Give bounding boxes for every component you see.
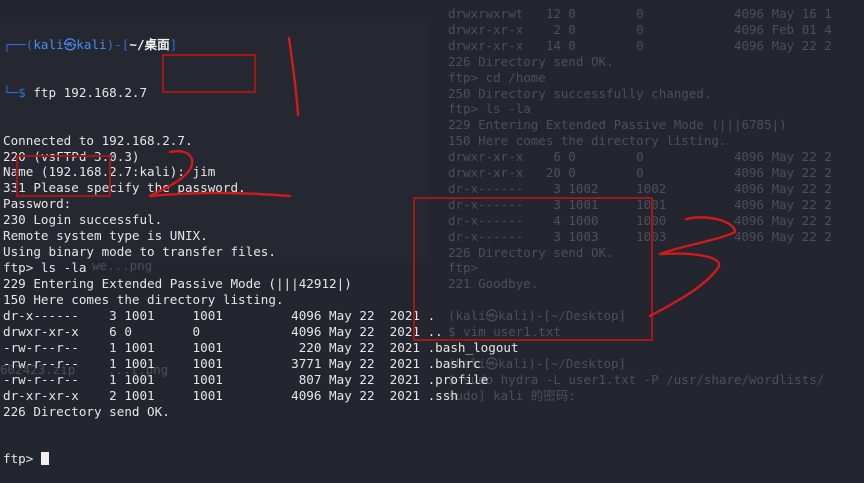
terminal-line: 230 Login successful.	[3, 212, 163, 228]
terminal-output[interactable]: ┌──(kali㉿kali)-[~/桌面] └─$ ftp 192.168.2.…	[3, 5, 519, 483]
command-text: ftp 192.168.2.7	[33, 84, 148, 100]
terminal-line: -rw-r--r-- 1 1001 1001 3771 May 22 2021 …	[3, 355, 481, 371]
terminal-line: Using binary mode to transfer files.	[3, 244, 276, 260]
ftp-input-line[interactable]: ftp>	[3, 451, 519, 467]
terminal-line: 331 Please specify the password.	[3, 180, 246, 196]
terminal-line: -rw-r--r-- 1 1001 1001 807 May 22 2021 .…	[3, 371, 489, 387]
ftp-prompt: ftp>	[3, 451, 41, 467]
terminal-line: drwxr-xr-x 6 0 0 4096 May 22 2021 ..	[3, 323, 443, 339]
text-cursor	[40, 452, 49, 466]
terminal-line: 220 (vsFTPd 3.0.3)	[3, 148, 140, 164]
terminal-lines: Connected to 192.168.2.7. 220 (vsFTPd 3.0…	[3, 133, 519, 420]
command-line: └─$ ftp 192.168.2.7	[3, 84, 148, 100]
terminal-line: -rw-r--r-- 1 1001 1001 220 May 22 2021 .…	[3, 339, 519, 355]
terminal-line: 226 Directory send OK.	[3, 403, 170, 419]
terminal-line: ftp> ls -la	[3, 260, 87, 276]
terminal-line: Connected to 192.168.2.7.	[3, 132, 193, 148]
terminal-line: Password:	[3, 196, 72, 212]
terminal-line: dr-x------ 3 1001 1001 4096 May 22 2021 …	[3, 307, 436, 323]
terminal-line: Name (192.168.2.7:kali): jim	[3, 164, 216, 180]
terminal-line: dr-xr-xr-x 2 1001 1001 4096 May 22 2021 …	[3, 387, 458, 403]
terminal-line: Remote system type is UNIX.	[3, 228, 208, 244]
terminal-line: 229 Entering Extended Passive Mode (|||4…	[3, 276, 352, 292]
prompt-path: ~/桌面	[129, 36, 170, 52]
prompt-header: ┌──(kali㉿kali)-[~/桌面]	[3, 36, 178, 52]
terminal-line: 150 Here comes the directory listing.	[3, 291, 284, 307]
